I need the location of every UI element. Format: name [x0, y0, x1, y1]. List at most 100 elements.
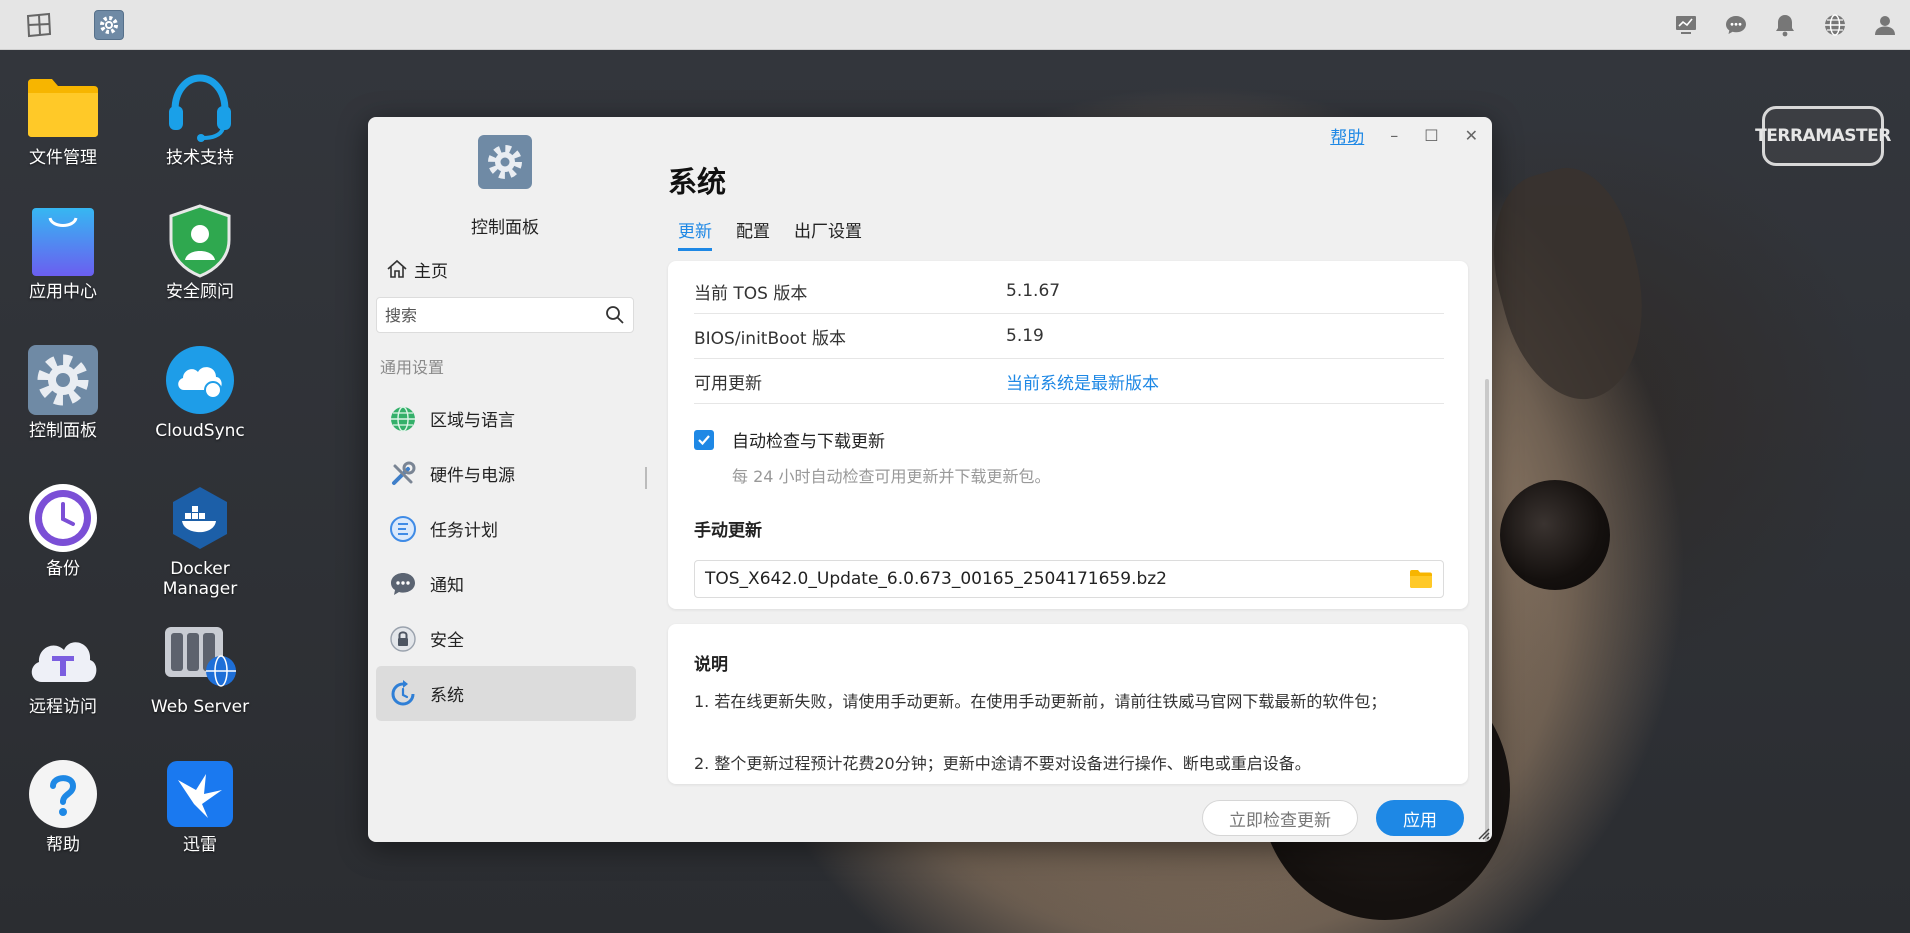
sidebar-item-label: 安全	[430, 631, 464, 651]
sidebar-home-link[interactable]: 主页	[386, 255, 448, 283]
auto-update-label: 自动检查与下载更新	[732, 432, 885, 452]
tab-factory-reset[interactable]: 出厂设置	[794, 217, 862, 251]
desktop-icon-label: 技术支持	[166, 148, 234, 168]
apply-button[interactable]: 应用	[1376, 800, 1464, 836]
globe-icon[interactable]	[1822, 12, 1848, 38]
desktop-icon-label: 应用中心	[29, 282, 97, 302]
security-shield-icon	[163, 204, 237, 278]
gear-icon	[26, 343, 100, 417]
terramaster-logo: TERRAMASTER	[1755, 106, 1891, 166]
folder-icon	[26, 70, 100, 144]
sidebar-item-label: 硬件与电源	[430, 466, 515, 486]
tab-bar: 更新 配置 出厂设置	[678, 217, 862, 251]
page-title: 系统	[668, 165, 727, 199]
tools-icon	[388, 459, 418, 489]
chat-bubble-icon	[388, 569, 418, 599]
folder-icon[interactable]	[1409, 569, 1433, 589]
headset-icon	[163, 70, 237, 144]
user-icon[interactable]	[1872, 12, 1898, 38]
window-resize-grip-icon[interactable]	[1474, 824, 1490, 840]
desktop-icon-label: 迅雷	[183, 835, 217, 855]
sidebar: 控制面板 主页 通用设置 区域与语言 硬件与电源	[368, 117, 647, 842]
manual-update-file-field[interactable]: TOS_X642.0_Update_6.0.673_00165_25041716…	[694, 560, 1444, 598]
globe-icon	[388, 404, 418, 434]
desktop-icon-docker-manager[interactable]: Docker Manager	[140, 481, 260, 599]
auto-update-checkbox[interactable]	[694, 429, 714, 450]
tab-update[interactable]: 更新	[678, 217, 712, 251]
sidebar-item-hardware-power[interactable]: 硬件与电源	[376, 446, 636, 501]
desktop-icon-tech-support[interactable]: 技术支持	[140, 70, 260, 168]
info-value: 5.1.67	[1006, 281, 1061, 301]
desktop-icon-label: 安全顾问	[166, 282, 234, 302]
notes-title: 说明	[694, 655, 728, 675]
notes-card: 说明 1. 若在线更新失败，请使用手动更新。在使用手动更新前，请前往铁威马官网下…	[668, 624, 1468, 784]
checkmark-icon	[698, 434, 710, 445]
start-menu-icon[interactable]	[24, 10, 54, 40]
desktop-icon-cloudsync[interactable]: CloudSync	[140, 343, 260, 441]
main-content: 系统 更新 配置 出厂设置 当前 TOS 版本 5.1.67 BIOS/init…	[668, 117, 1478, 842]
backup-clock-icon	[26, 481, 100, 555]
sidebar-item-label: 任务计划	[430, 521, 498, 541]
latest-version-link[interactable]: 当前系统是最新版本	[1006, 369, 1159, 394]
desktop-icon-label: 远程访问	[29, 697, 97, 717]
desktop-icon-app-center[interactable]: 应用中心	[3, 204, 123, 302]
info-row-tos-version: 当前 TOS 版本 5.1.67	[694, 269, 1444, 314]
control-panel-window: 控制面板 主页 通用设置 区域与语言 硬件与电源	[368, 117, 1492, 842]
desktop-icon-label: Web Server	[150, 697, 250, 717]
bell-icon[interactable]	[1772, 12, 1798, 38]
desktop-icon-backup[interactable]: 备份	[3, 481, 123, 579]
tab-config[interactable]: 配置	[736, 217, 770, 251]
desktop-icon-remote-access[interactable]: 远程访问	[3, 619, 123, 717]
desktop-icon-security-advisor[interactable]: 安全顾问	[140, 204, 260, 302]
monitor-chart-icon[interactable]	[1673, 12, 1699, 38]
sidebar-search	[376, 297, 634, 333]
desktop-icon-file-manager[interactable]: 文件管理	[3, 70, 123, 168]
sidebar-item-security[interactable]: 安全	[376, 611, 636, 666]
chat-icon[interactable]	[1723, 12, 1749, 38]
control-panel-logo-icon	[478, 135, 532, 189]
sidebar-home-label: 主页	[414, 261, 448, 282]
sidebar-item-system[interactable]: 系统	[376, 666, 636, 721]
sidebar-item-region-language[interactable]: 区域与语言	[376, 391, 636, 446]
taskbar-control-panel-icon[interactable]	[94, 10, 124, 40]
wallpaper-detail	[1472, 155, 1668, 415]
sidebar-item-label: 系统	[430, 686, 464, 706]
desktop-icon-xunlei[interactable]: 迅雷	[140, 757, 260, 855]
lock-icon	[388, 624, 418, 654]
check-update-now-button[interactable]: 立即检查更新	[1202, 800, 1358, 836]
info-label: 当前 TOS 版本	[694, 283, 808, 304]
sidebar-section-title: 通用设置	[380, 358, 445, 377]
desktop-icon-label: 文件管理	[29, 148, 97, 168]
sidebar-resize-handle[interactable]	[645, 467, 647, 489]
system-update-icon	[388, 679, 418, 709]
info-label: 可用更新	[694, 373, 762, 394]
search-icon[interactable]	[605, 305, 625, 325]
desktop-icon-control-panel[interactable]: 控制面板	[3, 343, 123, 441]
content-scrollbar[interactable]	[1485, 379, 1489, 842]
sidebar-item-notification[interactable]: 通知	[376, 556, 636, 611]
desktop-icon-label: 帮助	[46, 835, 80, 855]
wallpaper-detail	[1500, 480, 1610, 590]
footer-buttons: 立即检查更新 应用	[1202, 800, 1464, 836]
xunlei-icon	[163, 757, 237, 831]
sidebar-item-task-scheduler[interactable]: 任务计划	[376, 501, 636, 556]
desktop-icon-help[interactable]: 帮助	[3, 757, 123, 855]
update-card: 当前 TOS 版本 5.1.67 BIOS/initBoot 版本 5.19 可…	[668, 261, 1468, 609]
info-label: BIOS/initBoot 版本	[694, 328, 846, 349]
desktop-icon-web-server[interactable]: Web Server	[140, 619, 260, 717]
shopping-bag-icon	[26, 204, 100, 278]
info-row-available-update: 可用更新 当前系统是最新版本	[694, 359, 1444, 404]
sidebar-title: 控制面板	[471, 218, 539, 238]
home-icon	[387, 259, 407, 278]
search-input[interactable]	[385, 305, 605, 325]
desktop-icon-label: Docker Manager	[162, 559, 238, 599]
note-line: 1. 若在线更新失败，请使用手动更新。在使用手动更新前，请前往铁威马官网下载最新…	[694, 692, 1387, 711]
sidebar-item-label: 区域与语言	[430, 411, 515, 431]
sidebar-nav: 区域与语言 硬件与电源 任务计划 通知 安全 系统	[376, 391, 636, 721]
auto-update-option: 自动检查与下载更新	[694, 427, 885, 452]
taskbar	[0, 0, 1910, 50]
task-list-icon	[388, 514, 418, 544]
desktop-icon-label: CloudSync	[155, 421, 245, 441]
auto-update-description: 每 24 小时自动检查可用更新并下载更新包。	[732, 467, 1051, 486]
remote-access-icon	[26, 619, 100, 693]
